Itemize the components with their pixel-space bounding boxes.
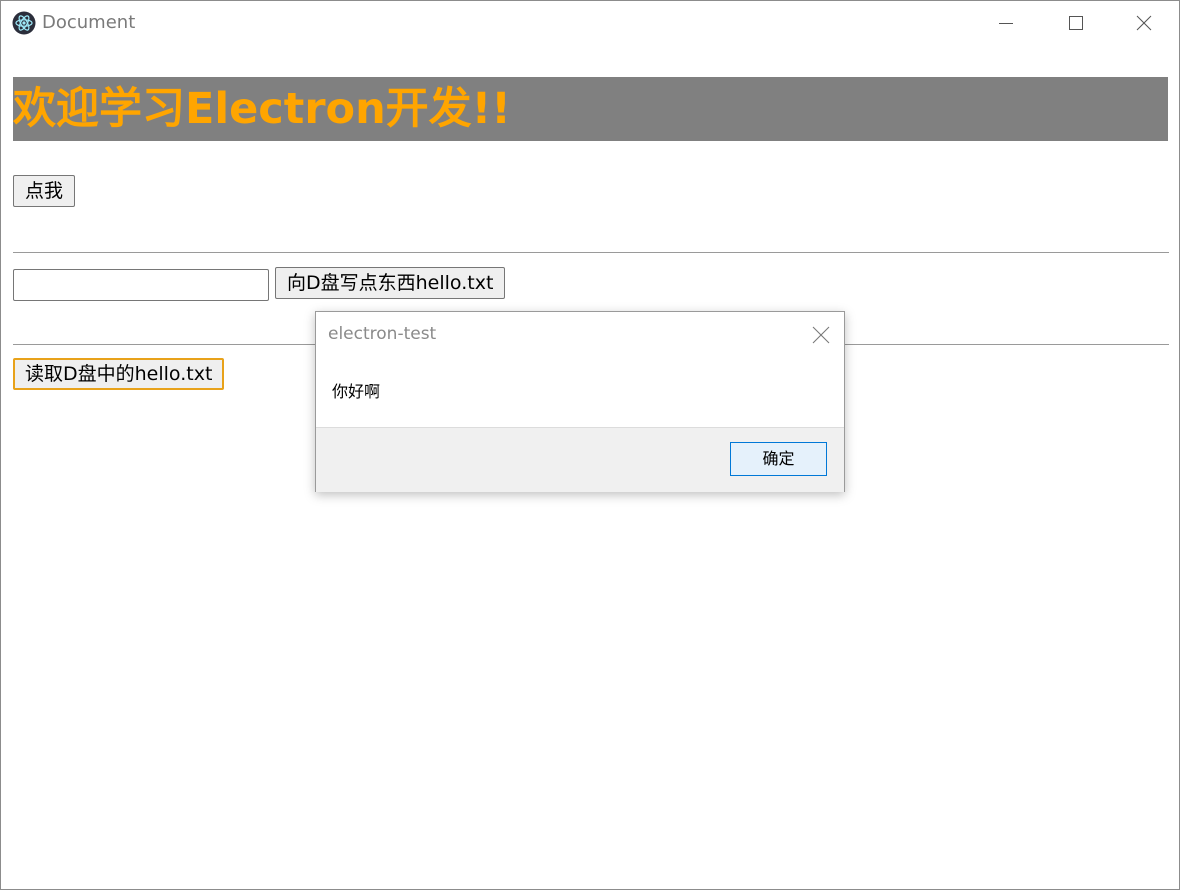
window-title: Document: [42, 12, 136, 33]
dialog-title: electron-test: [328, 324, 437, 344]
read-file-button[interactable]: 读取D盘中的hello.txt: [13, 358, 225, 390]
electron-icon: [12, 11, 36, 35]
write-file-button[interactable]: 向D盘写点东西hello.txt: [275, 267, 506, 299]
title-bar[interactable]: Document: [1, 1, 1179, 45]
close-icon: [812, 326, 830, 344]
message-dialog: electron-test 你好啊 确定: [315, 311, 845, 492]
dialog-close-button[interactable]: [812, 326, 830, 344]
app-window: Document 欢迎学习Electron开发!! 点我 向D盘写点东西hell…: [0, 0, 1180, 890]
divider: [13, 252, 1169, 253]
dialog-footer: 确定: [316, 427, 844, 492]
click-me-button[interactable]: 点我: [13, 175, 76, 207]
dialog-message: 你好啊: [332, 382, 381, 401]
minimize-icon: [999, 23, 1013, 24]
close-icon: [1136, 15, 1152, 31]
maximize-icon: [1069, 16, 1083, 30]
ok-button[interactable]: 确定: [730, 442, 827, 476]
welcome-heading: 欢迎学习Electron开发!!: [13, 77, 1168, 141]
close-window-button[interactable]: [1109, 1, 1179, 45]
text-input[interactable]: [13, 269, 269, 301]
minimize-button[interactable]: [971, 1, 1041, 45]
maximize-button[interactable]: [1041, 1, 1111, 45]
